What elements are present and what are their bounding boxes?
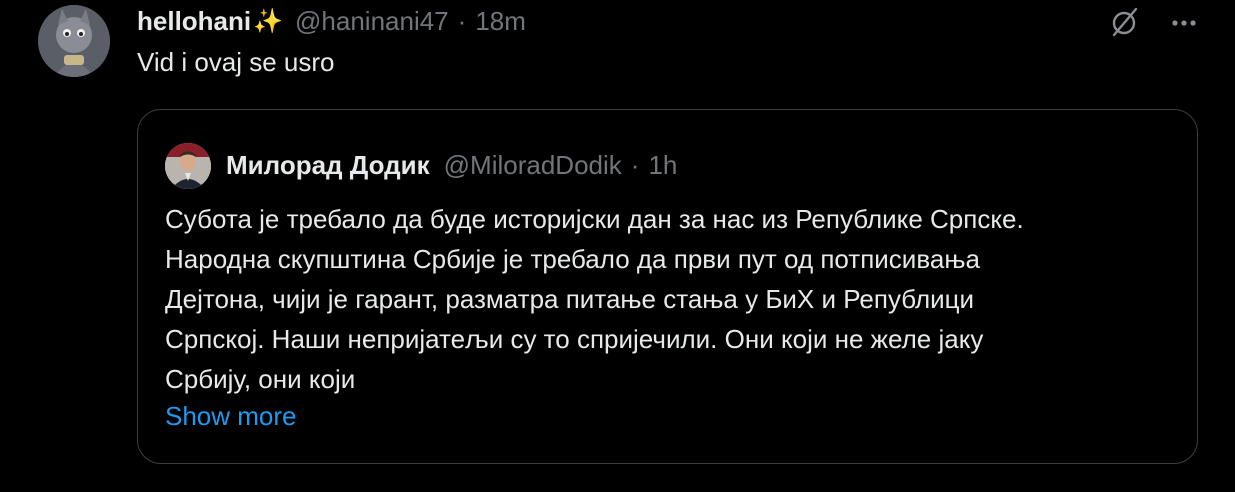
- quoted-header: Милорад Додик @MiloradDodik · 1h: [226, 148, 677, 182]
- display-name[interactable]: hellohani: [137, 6, 251, 37]
- tweet[interactable]: hellohani ✨ @haninani47 · 18m Vid i ovaj…: [0, 0, 1235, 492]
- quoted-handle[interactable]: @MiloradDodik: [444, 150, 622, 181]
- quoted-text: Субота је требало да буде историјски дан…: [165, 199, 1190, 399]
- separator-dot: ·: [457, 5, 467, 36]
- timestamp[interactable]: 18m: [475, 6, 526, 37]
- quoted-text-line: Народна скупштина Србије је требало да п…: [165, 244, 980, 274]
- quoted-avatar-image: [165, 143, 211, 189]
- quoted-text-line: Дејтона, чији је гарант, разматра питање…: [165, 284, 975, 314]
- quoted-text-line: Србију, они који: [165, 364, 356, 394]
- avatar-image: [38, 5, 110, 77]
- tweet-text: Vid i ovaj se usro: [137, 47, 335, 77]
- quoted-avatar[interactable]: [165, 143, 211, 189]
- quoted-tweet[interactable]: Милорад Додик @MiloradDodik · 1h Субота …: [137, 109, 1198, 464]
- sparkle-emoji: ✨: [253, 7, 284, 35]
- grok-icon[interactable]: [1108, 5, 1142, 39]
- quoted-text-line: Субота је требало да буде историјски дан…: [165, 204, 1024, 234]
- quoted-timestamp[interactable]: 1h: [648, 150, 677, 181]
- avatar[interactable]: [38, 5, 110, 77]
- tweet-header: hellohani ✨ @haninani47 · 18m: [137, 4, 526, 38]
- quoted-display-name[interactable]: Милорад Додик: [226, 150, 430, 181]
- quoted-text-line: Српској. Наши непријатељи су то спријечи…: [165, 324, 984, 354]
- handle[interactable]: @haninani47: [295, 6, 449, 37]
- show-more-link[interactable]: Show more: [165, 401, 297, 432]
- more-horizontal-icon[interactable]: [1170, 9, 1198, 37]
- separator-dot: ·: [630, 149, 640, 180]
